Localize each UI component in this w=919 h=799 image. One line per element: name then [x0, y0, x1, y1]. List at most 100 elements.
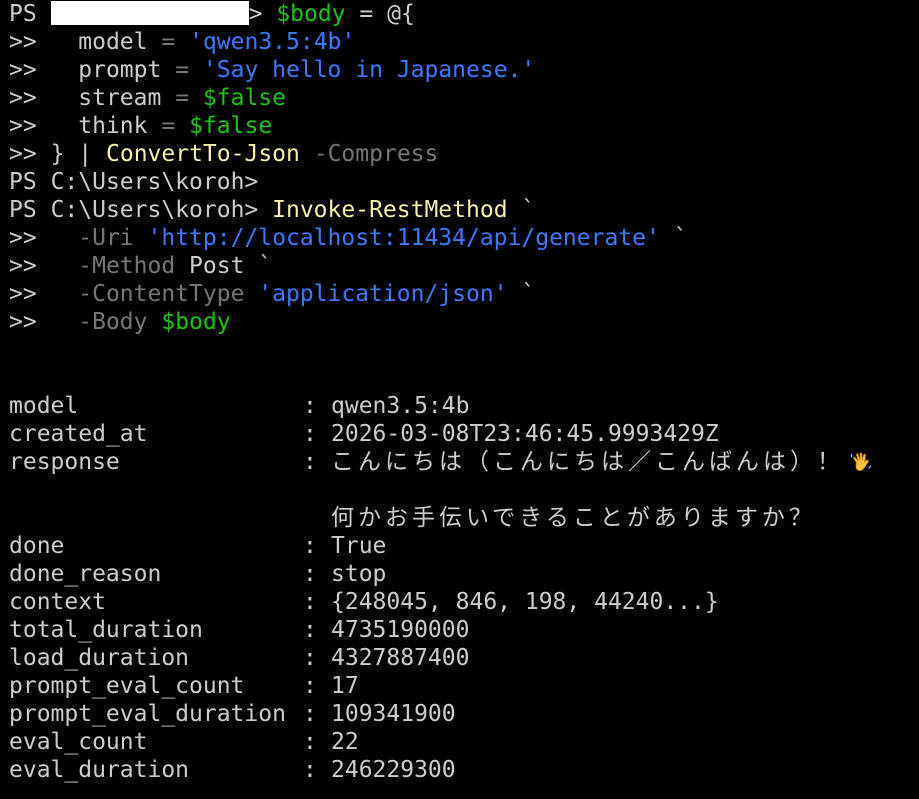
method-value: Post	[189, 253, 245, 279]
output-row: eval_duration:246229300	[9, 756, 919, 784]
continuation-prompt: >>	[9, 85, 37, 111]
output-value: {248045, 846, 198, 44240...}	[331, 589, 719, 615]
continuation-line: >> -Body $body	[9, 308, 919, 336]
output-value: 109341900	[331, 701, 456, 727]
output-key: prompt_eval_duration	[9, 701, 286, 727]
ps-prefix: PS	[9, 169, 37, 195]
line-continuation-tick: `	[258, 253, 273, 279]
continuation-line: >> model = 'qwen3.5:4b'	[9, 28, 919, 56]
output-row: created_at:2026-03-08T23:46:45.9993429Z	[9, 420, 919, 448]
response-output: model: qwen3.5:4b created_at:2026-03-08T2…	[9, 392, 919, 784]
terminal-window[interactable]: PS > $body = @{ >> model = 'qwen3.5:4b' …	[9, 0, 919, 799]
field-value-prompt: 'Say hello in Japanese.'	[202, 57, 536, 83]
output-colon: :	[303, 729, 317, 755]
output-key: created_at	[9, 421, 148, 447]
waving-hand-icon	[850, 452, 872, 472]
continuation-line: >> -ContentType 'application/json' `	[9, 280, 919, 308]
output-colon: :	[303, 617, 317, 643]
field-eq: =	[175, 57, 190, 83]
output-value: 17	[331, 673, 359, 699]
output-colon: :	[303, 449, 317, 475]
output-row: context: {248045, 846, 198, 44240...}	[9, 588, 919, 616]
output-value: 246229300	[331, 757, 456, 783]
command-line-2: PS C:\Users\koroh> Invoke-RestMethod `	[9, 196, 919, 224]
output-row: response: こんにちは（こんにちは／こんばんは）！	[9, 448, 919, 476]
field-eq: =	[161, 113, 176, 139]
output-row: load_duration:4327887400	[9, 644, 919, 672]
field-key-prompt: prompt	[78, 57, 162, 83]
output-colon: :	[303, 421, 317, 447]
output-row: prompt_eval_count:17	[9, 672, 919, 700]
field-value-stream: $false	[202, 85, 287, 111]
line-continuation-tick: `	[673, 225, 688, 251]
continuation-line: >> stream = $false	[9, 84, 919, 112]
field-value-think: $false	[189, 113, 273, 139]
output-row: model: qwen3.5:4b	[9, 392, 919, 420]
contenttype-value: 'application/json'	[258, 281, 508, 307]
output-colon: :	[303, 701, 317, 727]
body-param: -Body	[78, 309, 148, 335]
output-value: stop	[331, 561, 387, 587]
continuation-line: >> -Uri 'http://localhost:11434/api/gene…	[9, 224, 919, 252]
output-colon: :	[303, 533, 317, 559]
body-value: $body	[161, 309, 231, 335]
output-row: prompt_eval_duration:109341900	[9, 700, 919, 728]
field-eq: =	[175, 85, 190, 111]
method-param: -Method	[78, 253, 176, 279]
continuation-prompt: >>	[9, 225, 37, 251]
continuation-line: >> prompt = 'Say hello in Japanese.'	[9, 56, 919, 84]
output-value: True	[331, 533, 387, 559]
output-row: done: True	[9, 532, 919, 560]
field-eq: =	[161, 29, 176, 55]
continuation-prompt: >>	[9, 141, 37, 167]
output-key: eval_count	[9, 729, 148, 755]
output-key: response	[9, 449, 120, 475]
assign-operator: =	[359, 1, 374, 27]
continuation-line: >> -Method Post `	[9, 252, 919, 280]
prompt-cwd: C:\Users\koroh>	[50, 197, 259, 223]
output-value: 22	[331, 729, 359, 755]
hashtable-close: }	[50, 141, 65, 167]
line-continuation-tick: `	[521, 197, 536, 223]
field-key-stream: stream	[78, 85, 162, 111]
convertto-json-cmdlet: ConvertTo-Json	[106, 141, 300, 167]
ps-prefix: PS	[9, 1, 37, 27]
output-value-response-cont: 何かお手伝いできることがありますか？	[331, 505, 816, 531]
compress-param: -Compress	[313, 141, 439, 167]
output-row	[9, 476, 919, 504]
output-key: model	[9, 393, 79, 419]
hashtable-open: @{	[387, 1, 415, 27]
continuation-prompt: >>	[9, 253, 37, 279]
uri-value: 'http://localhost:11434/api/generate'	[147, 225, 660, 251]
command-line-1: PS > $body = @{	[9, 0, 919, 28]
output-row: done_reason: stop	[9, 560, 919, 588]
continuation-prompt: >>	[9, 309, 37, 335]
output-value-response: こんにちは（こんにちは／こんばんは）！	[331, 449, 844, 475]
output-key: eval_duration	[9, 757, 190, 783]
contenttype-param: -ContentType	[78, 281, 245, 307]
output-value: qwen3.5:4b	[331, 393, 470, 419]
continuation-prompt: >>	[9, 57, 37, 83]
output-row: total_duration:4735190000	[9, 616, 919, 644]
pipe-operator: |	[78, 141, 93, 167]
prompt-gt: >	[248, 1, 263, 27]
output-row: eval_count:22	[9, 728, 919, 756]
line-continuation-tick: `	[521, 281, 536, 307]
invoke-restmethod-cmdlet: Invoke-RestMethod	[272, 197, 508, 223]
continuation-line: >> } | ConvertTo-Json -Compress	[9, 140, 919, 168]
output-colon: :	[303, 757, 317, 783]
ps-prefix: PS	[9, 197, 37, 223]
output-key: done_reason	[9, 561, 162, 587]
output-colon: :	[303, 561, 317, 587]
continuation-prompt: >>	[9, 281, 37, 307]
output-colon: :	[303, 673, 317, 699]
uri-param: -Uri	[78, 225, 134, 251]
continuation-prompt: >>	[9, 113, 37, 139]
output-row: 何かお手伝いできることがありますか？	[9, 504, 919, 532]
output-value: 4327887400	[331, 645, 470, 671]
output-value: 2026-03-08T23:46:45.9993429Z	[331, 421, 719, 447]
output-key: total_duration	[9, 617, 203, 643]
field-value-model: 'qwen3.5:4b'	[189, 29, 356, 55]
